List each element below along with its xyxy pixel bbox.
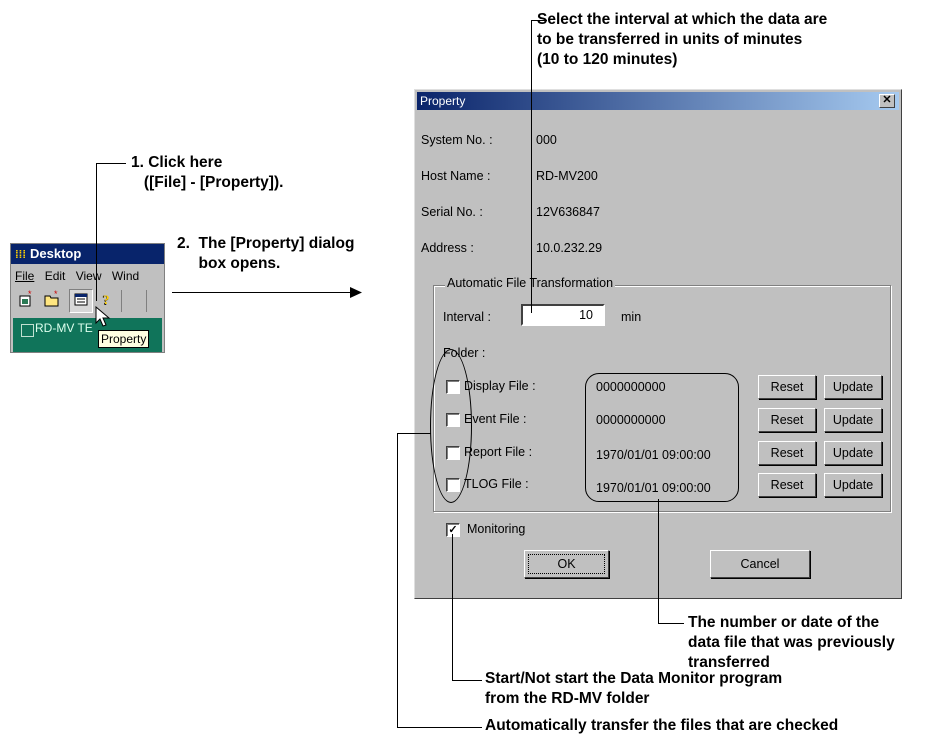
menu-file[interactable]: File — [15, 269, 34, 283]
reset-button[interactable]: Reset — [758, 408, 816, 432]
interval-input[interactable]: 10 — [521, 304, 605, 326]
auto-transfer-leader — [397, 727, 482, 728]
monitoring-checkbox[interactable]: ✓ — [446, 523, 460, 537]
update-button[interactable]: Update — [824, 441, 882, 465]
host-name-value: RD-MV200 — [536, 169, 598, 183]
auto-transfer-leader — [397, 433, 431, 434]
reset-button[interactable]: Reset — [758, 441, 816, 465]
monitoring-leader — [452, 534, 453, 680]
menu-edit[interactable]: Edit — [45, 269, 66, 283]
auto-transfer-callout: Automatically transfer the files that ar… — [485, 717, 839, 734]
tlog-file-label: TLOG File : — [464, 477, 529, 491]
svg-text:*: * — [28, 290, 32, 299]
toolbar-separator — [121, 290, 122, 312]
update-button[interactable]: Update — [824, 375, 882, 399]
open-folder-icon[interactable]: * — [41, 289, 63, 312]
step2-callout: 2. The [Property] dialog box opens. — [177, 235, 355, 272]
dialog-title-bar: Property ✕ — [417, 92, 899, 110]
update-button[interactable]: Update — [824, 473, 882, 497]
dialog-title: Property — [420, 94, 466, 108]
step1-callout: 1. Click here ([File] - [Property]). — [131, 154, 284, 191]
interval-leader — [531, 20, 547, 21]
reset-button[interactable]: Reset — [758, 473, 816, 497]
property-icon[interactable] — [69, 289, 93, 313]
svg-text:*: * — [54, 290, 58, 299]
desktop-title: Desktop — [30, 246, 82, 261]
serial-no-label: Serial No. : — [421, 205, 483, 219]
interval-unit: min — [621, 310, 642, 324]
host-name-label: Host Name : — [421, 169, 491, 183]
monitoring-callout: Start/Not start the Data Monitor program… — [485, 670, 783, 707]
app-dots-icon: ⁞⁞⁞ — [15, 249, 26, 261]
interval-label: Interval : — [443, 310, 491, 324]
desktop-menu-bar: File Edit View Wind — [11, 266, 164, 286]
checkbox-oval-annotation — [430, 349, 472, 503]
new-icon[interactable]: * — [15, 289, 37, 312]
interval-callout: Select the interval at which the data ar… — [537, 11, 828, 68]
item-label: RD-MV TE — [35, 321, 93, 335]
update-button[interactable]: Update — [824, 408, 882, 432]
auto-transfer-leader — [397, 433, 398, 727]
file-values-box-annotation — [585, 373, 739, 502]
serial-no-value: 12V636847 — [536, 205, 600, 219]
step1-leader — [96, 163, 97, 301]
display-file-label: Display File : — [464, 379, 536, 393]
menu-view[interactable]: View — [76, 269, 102, 283]
ok-button-label: OK — [528, 554, 605, 574]
property-tooltip: Property — [98, 330, 150, 348]
previous-file-leader — [658, 623, 684, 624]
svg-text:?: ? — [103, 292, 110, 307]
menu-window[interactable]: Wind — [112, 269, 139, 283]
toolbar-separator — [146, 290, 147, 312]
reset-button[interactable]: Reset — [758, 375, 816, 399]
step2-arrow-line — [172, 292, 352, 293]
previous-file-leader — [658, 499, 659, 623]
step1-leader — [96, 163, 126, 164]
arrow-head-icon — [350, 287, 362, 298]
desktop-title-bar: ⁞⁞⁞ Desktop — [11, 244, 164, 264]
monitoring-label: Monitoring — [467, 522, 526, 536]
cancel-button[interactable]: Cancel — [710, 550, 810, 578]
interval-leader — [531, 20, 532, 313]
report-file-label: Report File : — [464, 445, 533, 459]
address-value: 10.0.232.29 — [536, 241, 603, 255]
ok-button[interactable]: OK — [524, 550, 609, 578]
previous-file-callout: The number or date of the data file that… — [688, 614, 895, 671]
system-no-value: 000 — [536, 133, 557, 147]
system-no-label: System No. : — [421, 133, 493, 147]
item-checkbox[interactable] — [21, 324, 34, 337]
mouse-cursor-icon — [95, 306, 111, 327]
address-label: Address : — [421, 241, 474, 255]
monitoring-leader — [452, 680, 482, 681]
close-icon[interactable]: ✕ — [879, 94, 895, 108]
desktop-window: ⁞⁞⁞ Desktop File Edit View Wind * * ?? RD… — [10, 243, 165, 353]
desktop-toolbar: * * ?? — [11, 288, 164, 316]
event-file-label: Event File : — [464, 412, 527, 426]
